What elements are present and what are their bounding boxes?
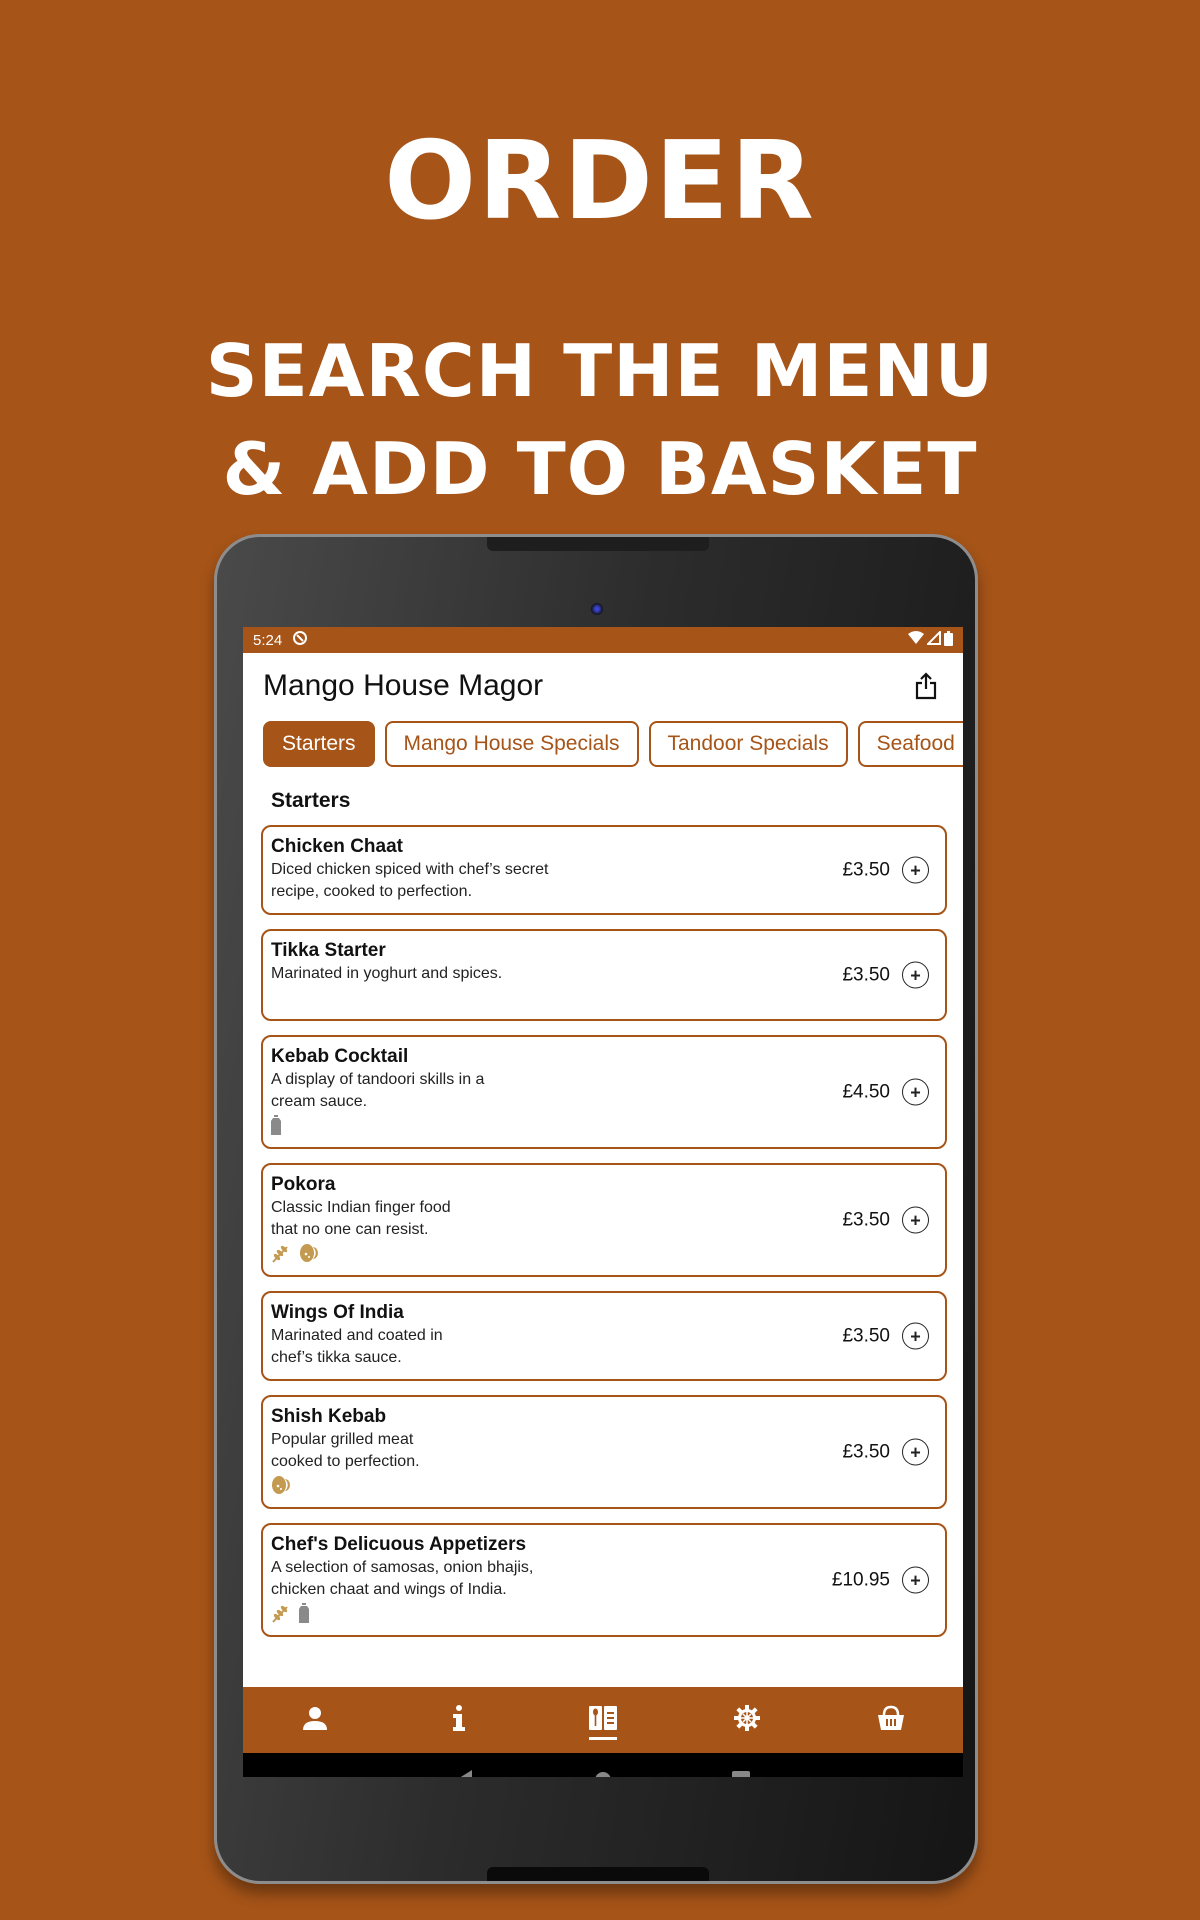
recents-icon[interactable] <box>732 1770 750 1777</box>
settings-icon <box>733 1704 761 1737</box>
system-navigation-bar <box>243 1753 963 1777</box>
sync-icon <box>292 630 308 650</box>
menu-item[interactable]: Chef's Delicuous Appetizers A selection … <box>261 1523 947 1637</box>
item-name: Kebab Cocktail <box>271 1046 409 1067</box>
basket-icon <box>877 1705 905 1736</box>
allergen-icons <box>271 1475 937 1500</box>
menu-item[interactable]: Pokora Classic Indian finger food that n… <box>261 1163 947 1277</box>
allergen-icons <box>271 1602 937 1628</box>
account-icon <box>302 1705 328 1736</box>
milk-icon <box>271 1114 281 1140</box>
item-price: £3.50 <box>842 1325 890 1346</box>
nav-info[interactable] <box>429 1690 489 1750</box>
item-price: £10.95 <box>831 1569 890 1590</box>
add-to-basket-button[interactable]: + <box>902 1078 929 1106</box>
tablet-frame: 5:24 Mango House Magor Starters Mango Ho… <box>214 534 978 1884</box>
signal-icon <box>925 629 941 649</box>
item-name: Shish Kebab <box>271 1406 387 1427</box>
hero-subtitle: SEARCH THE MENU & ADD TO BASKET <box>0 322 1200 518</box>
item-name: Pokora <box>271 1174 336 1195</box>
item-name: Chicken Chaat <box>271 836 403 857</box>
item-name: Chef's Delicuous Appetizers <box>271 1534 527 1555</box>
nav-basket[interactable] <box>861 1690 921 1750</box>
status-time: 5:24 <box>253 631 283 649</box>
gluten-icon <box>271 1243 291 1268</box>
add-to-basket-button[interactable]: + <box>902 1322 929 1350</box>
item-price: £4.50 <box>842 1081 890 1102</box>
category-tabs: Starters Mango House Specials Tandoor Sp… <box>243 719 963 769</box>
nav-account[interactable] <box>285 1690 345 1750</box>
add-to-basket-button[interactable]: + <box>902 856 929 884</box>
item-price: £3.50 <box>842 964 890 985</box>
allergen-icons <box>271 1114 937 1140</box>
wifi-icon <box>908 631 924 649</box>
battery-icon <box>944 630 953 650</box>
add-to-basket-button[interactable]: + <box>902 961 929 989</box>
menu-item[interactable]: Wings Of India Marinated and coated in c… <box>261 1291 947 1381</box>
nav-settings[interactable] <box>717 1690 777 1750</box>
add-to-basket-button[interactable]: + <box>902 1438 929 1466</box>
item-name: Wings Of India <box>271 1302 404 1323</box>
camera-icon <box>591 603 603 615</box>
status-bar: 5:24 <box>243 627 963 653</box>
info-icon <box>451 1704 467 1736</box>
menu-item[interactable]: Chicken Chaat Diced chicken spiced with … <box>261 825 947 915</box>
tab-mango-house-specials[interactable]: Mango House Specials <box>384 721 639 767</box>
item-description: Diced chicken spiced with chef’s secret … <box>271 861 549 900</box>
share-icon[interactable] <box>909 669 943 703</box>
item-description: Classic Indian finger food that no one c… <box>271 1199 451 1238</box>
gluten-icon <box>271 1603 291 1628</box>
item-price: £3.50 <box>842 1441 890 1462</box>
item-description: Popular grilled meat cooked to perfectio… <box>271 1431 420 1470</box>
app-bar: Mango House Magor <box>243 653 963 719</box>
item-description: A selection of samosas, onion bhajis, ch… <box>271 1559 534 1598</box>
tab-tandoor-specials[interactable]: Tandoor Specials <box>648 721 848 767</box>
restaurant-title: Mango House Magor <box>263 669 544 702</box>
item-name: Tikka Starter <box>271 940 386 961</box>
home-icon[interactable] <box>594 1771 612 1777</box>
hero-subtitle-line1: SEARCH THE MENU <box>205 329 995 413</box>
bottom-navigation <box>243 1687 963 1753</box>
milk-icon <box>299 1602 309 1628</box>
menu-item[interactable]: Shish Kebab Popular grilled meat cooked … <box>261 1395 947 1509</box>
allergen-icons <box>271 1243 937 1268</box>
menu-item-list: Chicken Chaat Diced chicken spiced with … <box>243 825 963 1637</box>
menu-item[interactable]: Tikka Starter Marinated in yoghurt and s… <box>261 929 947 1021</box>
hero-subtitle-line2: & ADD TO BASKET <box>222 427 978 511</box>
menu-book-icon <box>588 1704 618 1737</box>
egg-icon <box>299 1243 321 1268</box>
app-screen: 5:24 Mango House Magor Starters Mango Ho… <box>243 627 963 1777</box>
egg-icon <box>271 1475 293 1500</box>
hero-title: ORDER <box>384 119 816 244</box>
back-icon[interactable] <box>456 1769 474 1777</box>
tab-seafood[interactable]: Seafood <box>857 721 963 767</box>
item-price: £3.50 <box>842 859 890 880</box>
speaker-bottom <box>487 1867 709 1881</box>
tab-starters[interactable]: Starters <box>263 721 375 767</box>
add-to-basket-button[interactable]: + <box>902 1206 929 1234</box>
add-to-basket-button[interactable]: + <box>902 1566 929 1594</box>
item-description: Marinated and coated in chef’s tikka sau… <box>271 1327 443 1366</box>
item-description: A display of tandoori skills in a cream … <box>271 1071 485 1110</box>
item-description: Marinated in yoghurt and spices. <box>271 965 503 982</box>
menu-item[interactable]: Kebab Cocktail A display of tandoori ski… <box>261 1035 947 1149</box>
item-price: £3.50 <box>842 1209 890 1230</box>
section-title: Starters <box>271 789 351 812</box>
speaker-top <box>487 537 709 551</box>
nav-menu[interactable] <box>573 1690 633 1750</box>
